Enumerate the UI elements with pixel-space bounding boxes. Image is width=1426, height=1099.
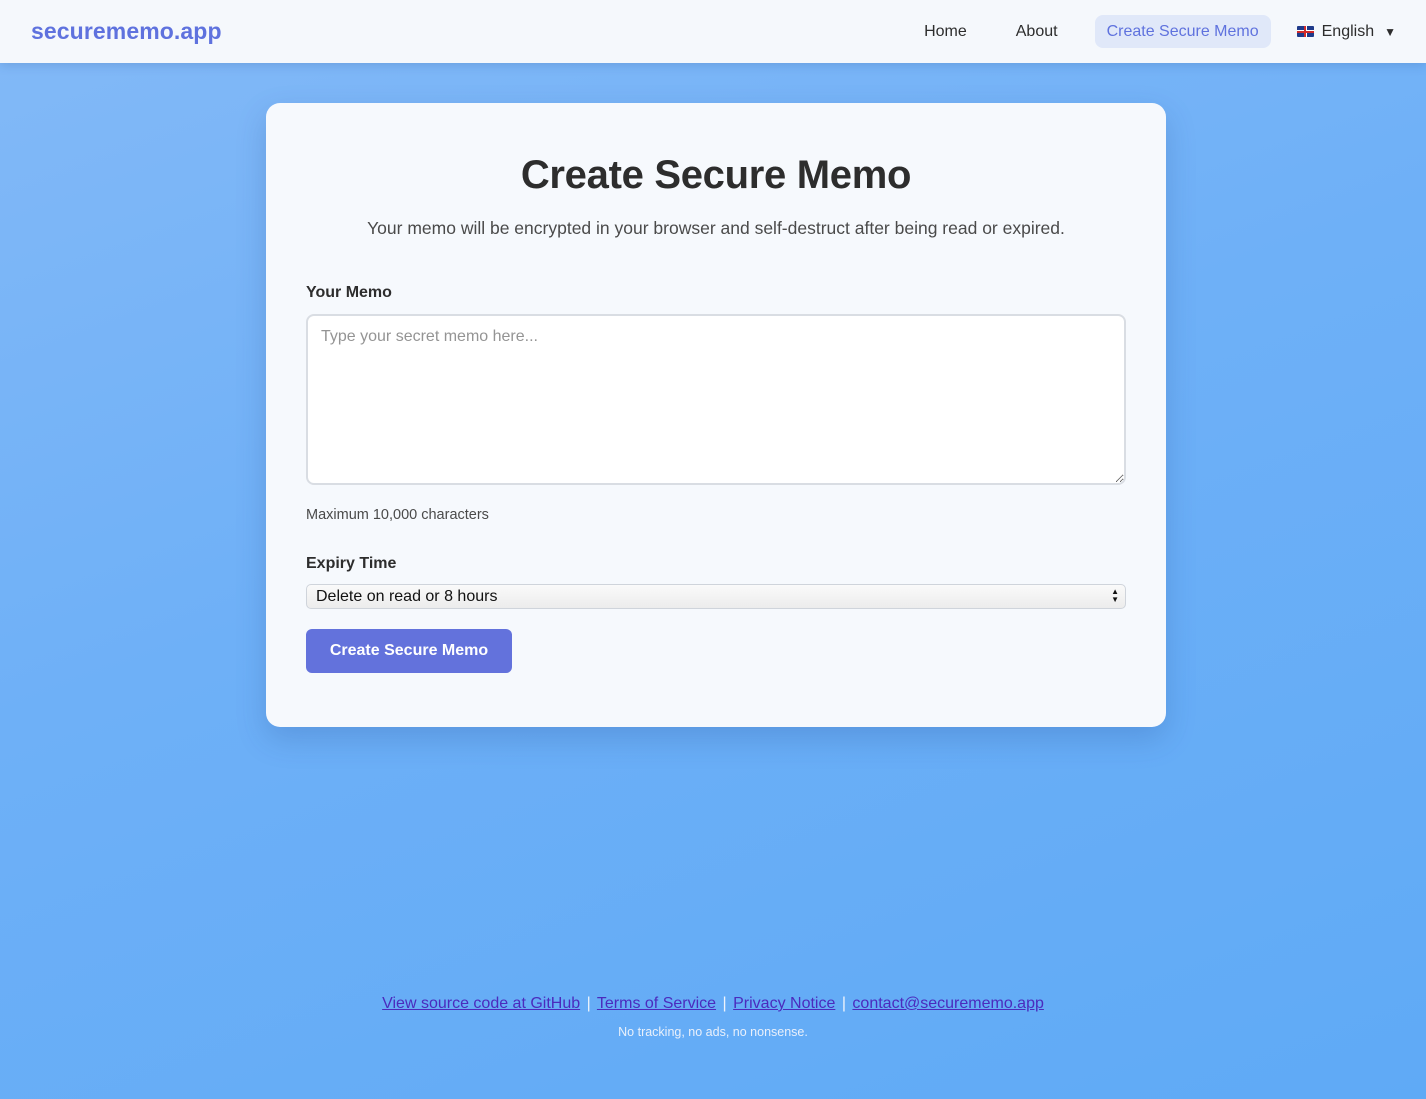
- expiry-select[interactable]: Delete on read or 8 hours ▲ ▼: [306, 584, 1126, 609]
- memo-textarea[interactable]: [306, 314, 1126, 485]
- privacy-link[interactable]: Privacy Notice: [733, 995, 835, 1012]
- footer: View source code at GitHub | Terms of Se…: [0, 995, 1426, 1039]
- terms-link[interactable]: Terms of Service: [597, 995, 716, 1012]
- create-memo-button[interactable]: Create Secure Memo: [306, 629, 512, 673]
- create-memo-card: Create Secure Memo Your memo will be enc…: [266, 103, 1166, 727]
- language-label: English: [1321, 22, 1375, 40]
- uk-flag-icon: [1296, 26, 1314, 37]
- page-title: Create Secure Memo: [520, 153, 912, 197]
- select-arrows-icon: ▲ ▼: [1111, 587, 1119, 604]
- memo-label: Your Memo: [306, 284, 392, 301]
- nav-home-link[interactable]: Home: [912, 15, 979, 48]
- nav-about-link[interactable]: About: [1004, 15, 1070, 48]
- chevron-down-icon: ▼: [1384, 24, 1396, 39]
- expiry-label: Expiry Time: [306, 555, 397, 572]
- page-subtitle: Your memo will be encrypted in your brow…: [367, 218, 1065, 238]
- github-link[interactable]: View source code at GitHub: [382, 995, 580, 1012]
- memo-hint: Maximum 10,000 characters: [306, 507, 489, 523]
- footer-separator: |: [722, 995, 727, 1012]
- contact-email-link[interactable]: contact@securememo.app: [852, 995, 1043, 1012]
- language-selector[interactable]: English ▼: [1296, 22, 1396, 41]
- footer-separator: |: [586, 995, 591, 1012]
- top-navbar: securememo.app Home About Create Secure …: [0, 0, 1426, 63]
- footer-separator: |: [841, 995, 846, 1012]
- footer-tagline: No tracking, no ads, no nonsense.: [618, 1025, 808, 1039]
- footer-links: View source code at GitHub | Terms of Se…: [0, 995, 1426, 1013]
- nav-create-memo-link[interactable]: Create Secure Memo: [1094, 15, 1271, 48]
- brand-logo-link[interactable]: securememo.app: [31, 18, 222, 45]
- expiry-selected-value: Delete on read or 8 hours: [316, 587, 498, 605]
- nav-links: Home About Create Secure Memo English ▼: [887, 15, 1396, 48]
